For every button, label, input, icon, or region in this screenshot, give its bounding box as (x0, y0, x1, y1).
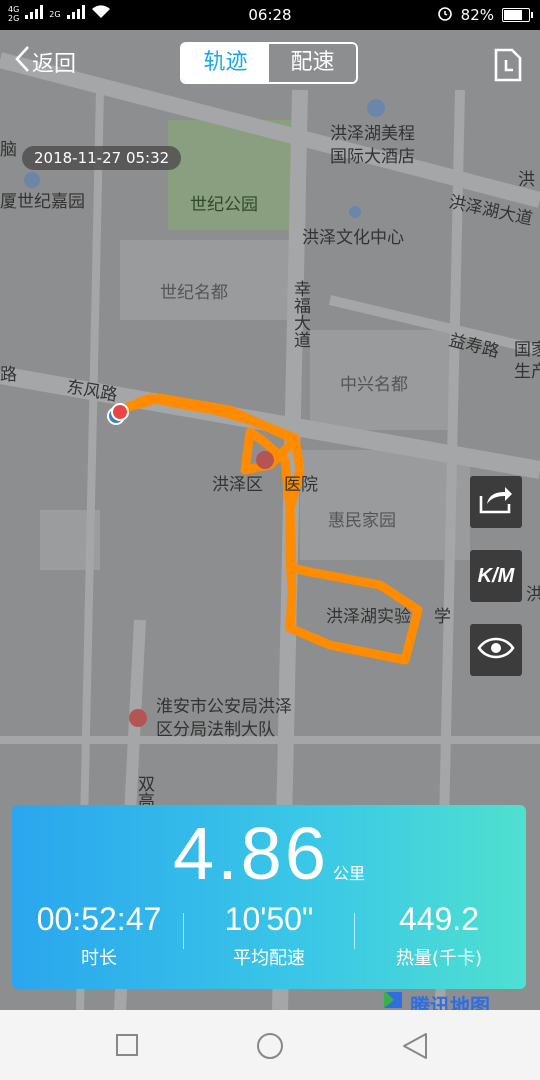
back-button[interactable]: 返回 (12, 44, 76, 80)
map-label-jiayuan: 厦世纪嘉园 (0, 192, 85, 212)
eye-icon (477, 636, 515, 664)
map-provider-logo: 腾讯地图 (380, 992, 490, 1010)
stat-calories: 449.2 热量(千卡) (354, 901, 524, 970)
km-icon: K/M (477, 564, 515, 587)
tab-pace[interactable]: 配速 (269, 44, 356, 82)
stat-label: 平均配速 (233, 948, 305, 969)
map-label-school-part2: 学 (434, 607, 451, 627)
map-label-shiji-mingdu: 世纪名都 (160, 283, 228, 303)
view-tab-switch: 轨迹 配速 (180, 42, 358, 84)
home-icon[interactable] (256, 1032, 284, 1064)
map-label-edge-guojia: 国家 (514, 340, 540, 360)
tab-track[interactable]: 轨迹 (182, 44, 269, 82)
map-label-edge-nao: 脑 (0, 140, 17, 160)
record-detail-button[interactable] (492, 48, 524, 86)
system-nav-bar (0, 1010, 540, 1080)
share-icon (479, 486, 513, 518)
map-label-hospital-part2: 医院 (284, 475, 318, 495)
chevron-left-icon (12, 44, 32, 80)
distance-display: 4.86 公里 (12, 811, 526, 896)
stat-value: 10'50" (224, 901, 314, 937)
distance-value: 4.86 (172, 812, 329, 895)
distance-unit: 公里 (333, 864, 366, 883)
map-logo-icon (380, 992, 406, 1010)
battery-icon (502, 8, 533, 22)
map-logo-text: 腾讯地图 (410, 993, 490, 1011)
map-label-hotel-line1: 洪泽湖美程 (330, 124, 415, 144)
map-label-park: 世纪公园 (190, 195, 258, 215)
visibility-button[interactable] (470, 624, 522, 676)
status-bar: 4G 2G 2G 06:28 82% (0, 0, 540, 30)
stat-label: 热量(千卡) (395, 948, 483, 969)
map-label-hospital-part1: 洪泽区 (212, 475, 263, 495)
map-label-hotel-line2: 国际大酒店 (330, 147, 415, 167)
stat-avg-pace: 10'50" 平均配速 (184, 901, 354, 970)
date-badge: 2018-11-27 05:32 (22, 146, 182, 170)
back-label: 返回 (32, 52, 77, 77)
share-button[interactable] (470, 476, 522, 528)
document-icon (492, 48, 524, 86)
map-label-edge-shengchan: 生产 (514, 362, 540, 382)
map-label-huimin-jiayuan: 惠民家园 (328, 511, 396, 531)
map-label-xingfu-avenue: 幸福大道 (290, 280, 311, 348)
stat-value: 449.2 (398, 901, 480, 937)
map-label-culture-center: 洪泽文化中心 (302, 228, 404, 248)
stat-label: 时长 (81, 948, 117, 969)
back-nav-icon[interactable] (402, 1032, 428, 1064)
run-summary-card: 4.86 公里 00:52:47 时长 10'50" 平均配速 449.2 热量(… (12, 805, 526, 989)
recent-apps-icon[interactable] (116, 1034, 138, 1060)
map-label-zhongxing-mingdu: 中兴名都 (340, 375, 408, 395)
battery-percent: 82% (460, 6, 494, 24)
map-label-school-part1: 洪泽湖实验 (326, 607, 411, 627)
stat-value: 00:52:47 (36, 901, 162, 937)
map-label-edge-hong2: 洪 (526, 585, 540, 605)
alarm-icon (437, 5, 453, 25)
map-label-police-line1: 淮安市公安局洪泽 (156, 697, 292, 717)
map-label-police-line2: 区分局法制大队 (156, 720, 275, 740)
stat-duration: 00:52:47 时长 (14, 901, 184, 970)
km-toggle-button[interactable]: K/M (470, 550, 522, 602)
map-label-edge-lu: 路 (0, 365, 17, 385)
map-label-edge-hong: 洪 (518, 170, 535, 190)
